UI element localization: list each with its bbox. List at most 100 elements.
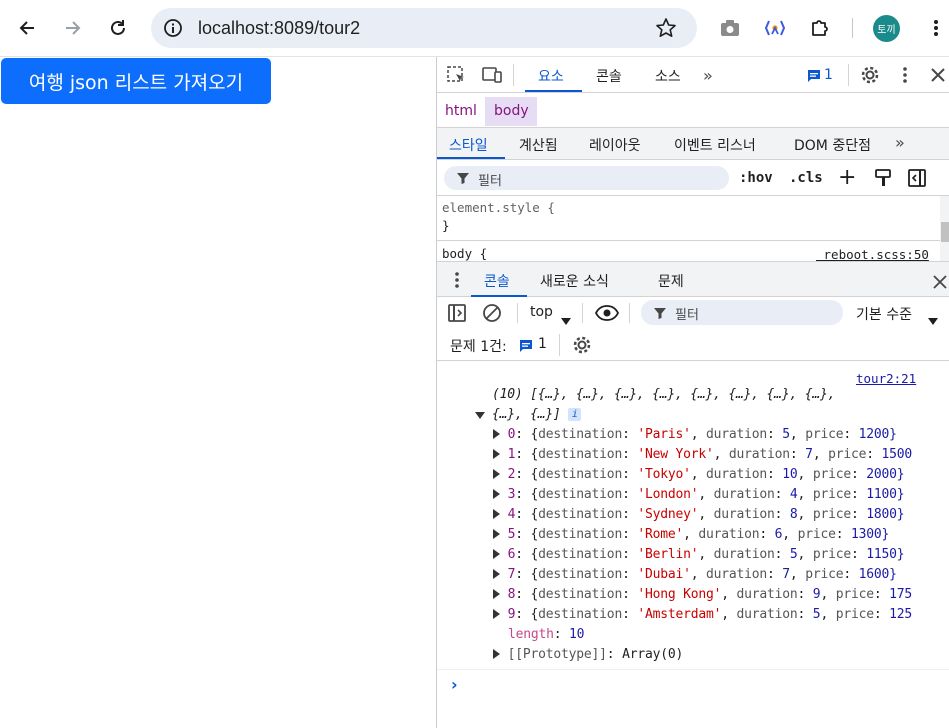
element-style-selector[interactable]: element.style { [442,200,555,215]
back-button[interactable] [14,14,42,42]
extensions-puzzle-icon[interactable] [806,14,834,42]
bookmark-star-icon[interactable] [655,17,677,39]
list-item[interactable]: 1: {destination: 'New York', duration: 7… [493,447,912,467]
issues-message-icon[interactable] [807,68,821,82]
issues-message-icon[interactable] [519,338,533,352]
camera-icon[interactable] [716,14,744,42]
info-badge-icon[interactable]: i [568,408,582,421]
styles-filter-input[interactable]: 필터 [444,166,729,190]
fetch-travel-list-button[interactable]: 여행 json 리스트 가져오기 [1,58,271,104]
expand-triangle-icon[interactable] [493,549,500,559]
tab-elements[interactable]: 요소 [538,66,564,86]
reload-button[interactable] [104,14,132,42]
expand-triangle-icon[interactable] [475,404,485,423]
expand-triangle-icon[interactable] [493,609,500,619]
tab-event-listeners[interactable]: 이벤트 리스너 [674,135,756,155]
url-text: localhost:8089/tour2 [198,18,361,38]
context-selector[interactable]: top [530,304,553,320]
array-summary-line-1[interactable]: (10) [{…}, {…}, {…}, {…}, {…}, {…}, {…},… [492,387,835,407]
list-item[interactable]: 5: {destination: 'Rome', duration: 6, pr… [493,527,889,547]
issues-count: 1 [824,67,833,83]
list-item[interactable]: 4: {destination: 'Sydney', duration: 8, … [493,507,905,527]
console-filter-placeholder: 필터 [675,308,699,323]
expand-triangle-icon[interactable] [493,449,500,459]
breadcrumb-html[interactable]: html [445,103,477,119]
browser-menu-icon[interactable] [922,14,949,42]
body-rule-selector[interactable]: body { [442,246,487,261]
expand-triangle-icon[interactable] [493,529,500,539]
cls-toggle[interactable]: .cls [789,170,823,186]
tab-styles[interactable]: 스타일 [449,135,488,155]
console-filter-input[interactable]: 필터 [641,300,843,325]
close-drawer-icon[interactable] [933,274,947,289]
log-level-dropdown-icon[interactable] [928,310,938,329]
list-item[interactable]: 7: {destination: 'Dubai', duration: 7, p… [493,567,897,587]
toolbar-divider [582,303,583,323]
issues-label: 문제 1건: [450,339,507,355]
live-expression-eye-icon[interactable] [594,304,620,322]
drawer-tab-console[interactable]: 콘솔 [484,271,510,291]
active-tab-indicator [525,90,582,92]
styles-scrollbar[interactable] [940,196,949,262]
list-item[interactable]: 2: {destination: 'Tokyo', duration: 10, … [493,467,905,487]
array-summary-line-2: {…}, {…}] i [492,407,582,427]
drawer-menu-icon[interactable] [454,271,460,289]
close-devtools-icon[interactable] [930,67,946,83]
tab-divider [513,64,514,86]
expand-triangle-icon[interactable] [493,429,500,439]
settings-gear-icon[interactable] [859,64,881,86]
tab-dom-breakpoints[interactable]: DOM 중단점 [794,135,871,155]
array-prototype[interactable]: [[Prototype]]: Array(0) [493,647,683,667]
console-prompt-chevron-icon[interactable]: › [451,675,458,694]
toggle-sidebar-icon[interactable] [907,168,927,188]
expand-triangle-icon[interactable] [493,589,500,599]
element-style-close: } [442,218,450,233]
extension-signal-icon[interactable] [761,14,789,42]
profile-avatar[interactable]: 토끼 [873,15,900,42]
issues-badge-count[interactable]: 1 [538,336,547,352]
devtools-menu-icon[interactable] [902,66,908,84]
tab-computed[interactable]: 계산됨 [519,135,558,155]
address-bar[interactable]: localhost:8089/tour2 [151,8,697,48]
expand-triangle-icon[interactable] [493,509,500,519]
expand-triangle-icon[interactable] [493,649,500,659]
browser-toolbar: localhost:8089/tour2 토끼 [0,0,949,57]
list-item[interactable]: 0: {destination: 'Paris', duration: 5, p… [493,427,897,447]
breadcrumb-body[interactable]: body [494,103,529,119]
forward-button[interactable] [58,14,86,42]
expand-triangle-icon[interactable] [493,469,500,479]
scrollbar-thumb[interactable] [941,222,949,242]
list-item[interactable]: 3: {destination: 'London', duration: 4, … [493,487,905,507]
device-toolbar-icon[interactable] [481,65,503,85]
breadcrumb: html body [437,97,949,126]
hov-toggle[interactable]: :hov [739,170,773,186]
tab-layout[interactable]: 레이아웃 [589,135,641,155]
styles-pane: element.style { } body { _reboot.scss:50 [437,195,949,262]
more-tabs-chevron-icon[interactable]: » [703,66,713,85]
log-level-selector[interactable]: 기본 수준 [856,304,912,324]
context-dropdown-icon[interactable] [561,310,571,329]
tab-console[interactable]: 콘솔 [596,66,622,86]
paint-brush-icon[interactable] [874,168,892,188]
console-sidebar-icon[interactable] [447,303,467,323]
expand-triangle-icon[interactable] [493,569,500,579]
log-source-link[interactable]: tour2:21 [856,371,916,386]
devtools-panel: 요소 콘솔 소스 » 1 html body 스타일 계산됨 레이아웃 이벤트 … [436,57,949,728]
expand-triangle-icon[interactable] [493,489,500,499]
list-item[interactable]: 6: {destination: 'Berlin', duration: 5, … [493,547,905,567]
drawer-tab-issues[interactable]: 문제 [658,271,684,291]
clear-console-icon[interactable] [482,303,502,323]
inspect-element-icon[interactable] [446,65,468,85]
drawer-tab-whats-new[interactable]: 새로운 소식 [540,271,609,291]
list-item[interactable]: 8: {destination: 'Hong Kong', duration: … [493,587,912,607]
new-style-rule-plus-icon[interactable]: + [838,167,856,189]
site-info-icon[interactable] [163,18,183,38]
tab-sources[interactable]: 소스 [655,66,681,86]
body-rule-source-link[interactable]: _reboot.scss:50 [816,247,929,262]
list-item[interactable]: 9: {destination: 'Amsterdam', duration: … [493,607,912,627]
console-settings-gear-icon[interactable] [571,334,593,356]
console-input[interactable] [467,675,937,697]
console-toolbar: top 필터 기본 수준 [437,297,949,329]
more-tabs-chevron-icon[interactable]: » [895,133,905,152]
toolbar-divider [559,334,560,356]
